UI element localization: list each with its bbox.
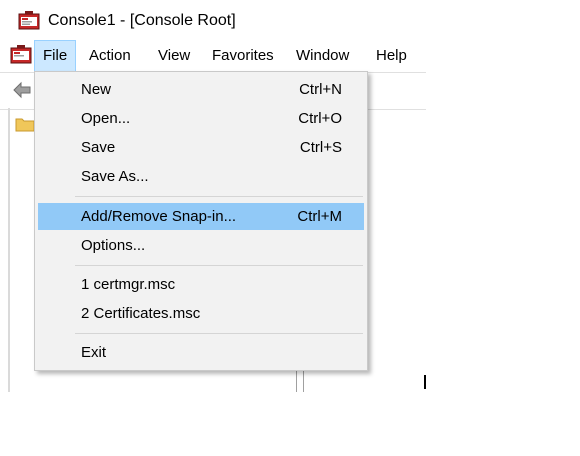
- menu-view[interactable]: View: [150, 40, 198, 72]
- menu-item-label: Open...: [81, 110, 131, 127]
- menu-item-open[interactable]: Open... Ctrl+O: [38, 105, 364, 132]
- menu-item-shortcut: Ctrl+N: [299, 81, 342, 98]
- menu-item-exit[interactable]: Exit: [38, 339, 364, 366]
- back-arrow-icon[interactable]: [12, 81, 32, 103]
- menu-separator: [75, 265, 363, 266]
- menu-bar: File Action View Favorites Window Help: [0, 40, 426, 72]
- menu-item-save-as[interactable]: Save As...: [38, 163, 364, 190]
- menu-item-options[interactable]: Options...: [38, 232, 364, 259]
- menu-item-label: 1 certmgr.msc: [81, 276, 176, 293]
- menu-file[interactable]: File: [34, 40, 77, 72]
- text-cursor: [424, 375, 426, 389]
- menu-item-shortcut: Ctrl+M: [297, 208, 342, 225]
- menu-window[interactable]: Window: [288, 40, 357, 72]
- scope-pane-border: [8, 108, 10, 392]
- menu-item-label: Options...: [81, 237, 146, 254]
- folder-icon[interactable]: [15, 116, 35, 136]
- menu-item-label: Exit: [81, 344, 107, 361]
- menu-item-recent-certificates[interactable]: 2 Certificates.msc: [38, 300, 364, 327]
- menu-help[interactable]: Help: [368, 40, 415, 72]
- menu-item-label: Save: [81, 139, 116, 156]
- menu-item-label: Save As...: [81, 168, 149, 185]
- menu-action[interactable]: Action: [81, 40, 139, 72]
- menu-item-shortcut: Ctrl+S: [299, 139, 342, 156]
- menu-item-save[interactable]: Save Ctrl+S: [38, 134, 364, 161]
- mmc-console-icon[interactable]: [18, 10, 40, 32]
- menu-item-label: New: [81, 81, 112, 98]
- menu-favorites[interactable]: Favorites: [204, 40, 282, 72]
- file-menu-dropdown: New Ctrl+N Open... Ctrl+O Save Ctrl+S Sa…: [34, 71, 368, 371]
- menu-item-recent-certmgr[interactable]: 1 certmgr.msc: [38, 271, 364, 298]
- window-title: Console1 - [Console Root]: [48, 12, 236, 29]
- title-bar: Console1 - [Console Root]: [0, 0, 426, 40]
- menu-item-new[interactable]: New Ctrl+N: [38, 76, 364, 103]
- mmc-console-icon[interactable]: [10, 44, 32, 70]
- menu-item-label: Add/Remove Snap-in...: [81, 208, 237, 225]
- menu-item-shortcut: Ctrl+O: [298, 110, 342, 127]
- menu-item-add-remove-snap-in[interactable]: Add/Remove Snap-in... Ctrl+M: [38, 203, 364, 230]
- pane-splitter[interactable]: [296, 370, 304, 392]
- menu-separator: [75, 333, 363, 334]
- menu-separator: [75, 196, 363, 197]
- menu-item-label: 2 Certificates.msc: [81, 305, 201, 322]
